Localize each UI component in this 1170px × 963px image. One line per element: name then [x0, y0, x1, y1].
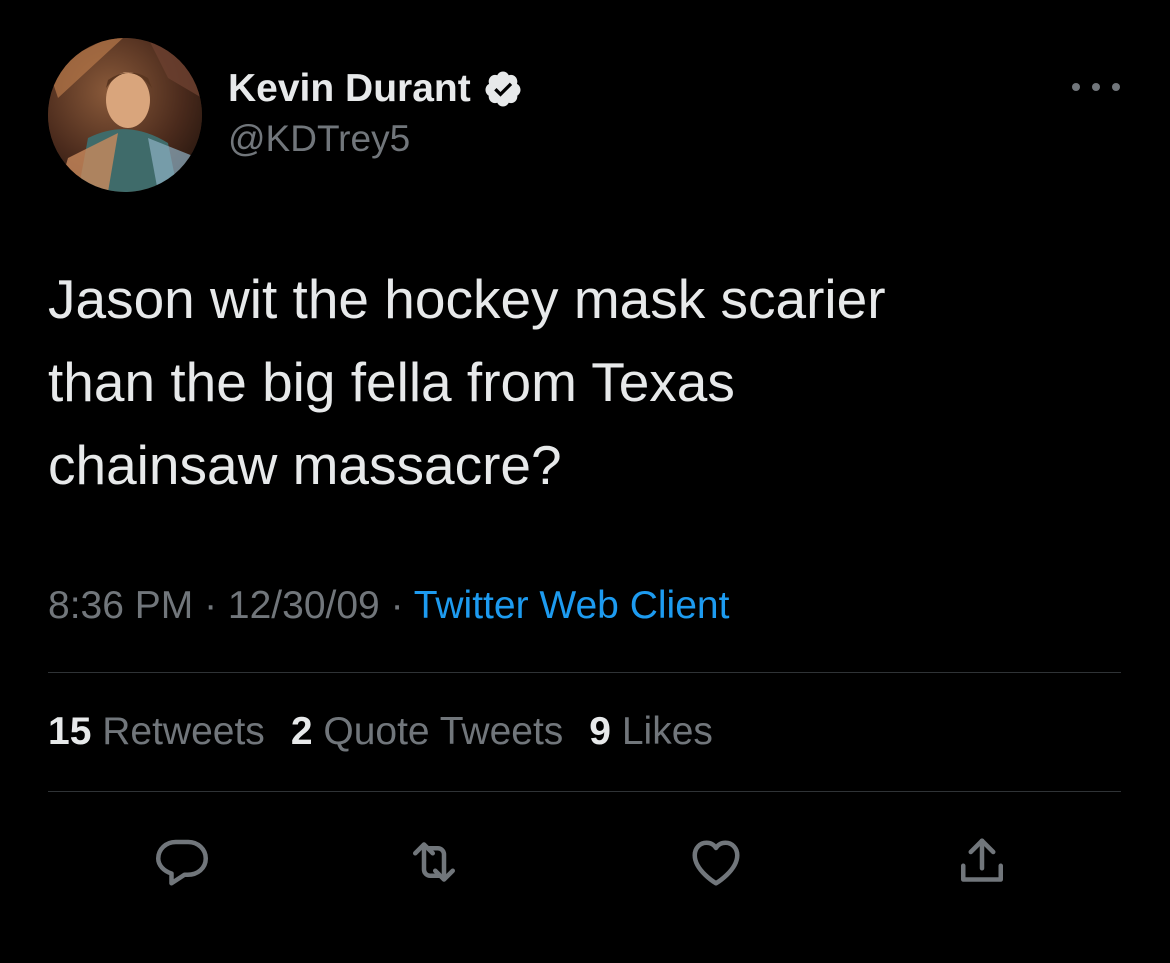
tweet-date[interactable]: 12/30/09 [228, 584, 380, 627]
author-display-name[interactable]: Kevin Durant [228, 67, 471, 111]
likes-stat[interactable]: 9 Likes [589, 710, 713, 754]
engagement-stats: 15 Retweets 2 Quote Tweets 9 Likes [48, 710, 713, 754]
reply-button[interactable] [150, 830, 214, 894]
tweet-text-line: chainsaw massacre? [48, 434, 562, 496]
tweet-text: Jason wit the hockey mask scarier than t… [48, 258, 1108, 507]
tweet-text-line: Jason wit the hockey mask scarier [48, 268, 886, 330]
like-icon [686, 832, 746, 892]
quote-tweets-label: Quote Tweets [323, 710, 564, 753]
author-handle[interactable]: @KDTrey5 [228, 118, 410, 160]
retweets-count: 15 [48, 710, 92, 753]
like-button[interactable] [684, 830, 748, 894]
share-button[interactable] [950, 830, 1014, 894]
meta-separator: · [379, 584, 414, 627]
avatar[interactable] [48, 38, 202, 192]
more-dot [1092, 83, 1100, 91]
meta-separator: · [193, 584, 228, 627]
retweets-label: Retweets [102, 710, 265, 753]
retweet-button[interactable] [402, 830, 466, 894]
more-options-icon[interactable] [1072, 74, 1120, 100]
retweet-icon [404, 832, 464, 892]
quote-tweets-stat[interactable]: 2 Quote Tweets [291, 710, 563, 754]
quote-tweets-count: 2 [290, 710, 313, 753]
verified-badge-icon [483, 69, 523, 109]
share-icon [952, 832, 1012, 892]
more-dot [1072, 83, 1080, 91]
more-dot [1112, 83, 1120, 91]
author-name-row[interactable]: Kevin Durant [228, 66, 523, 112]
divider [48, 791, 1121, 792]
likes-label: Likes [621, 710, 713, 753]
tweet-metadata: 8:36 PM · 12/30/09 · Twitter Web Client [48, 584, 729, 628]
reply-icon [152, 832, 212, 892]
tweet-source-link[interactable]: Twitter Web Client [414, 584, 730, 627]
tweet-text-line: than the big fella from Texas [48, 351, 735, 413]
tweet-time[interactable]: 8:36 PM [48, 584, 193, 627]
divider [48, 672, 1121, 673]
retweets-stat[interactable]: 15 Retweets [48, 710, 265, 754]
likes-count: 9 [589, 710, 611, 753]
